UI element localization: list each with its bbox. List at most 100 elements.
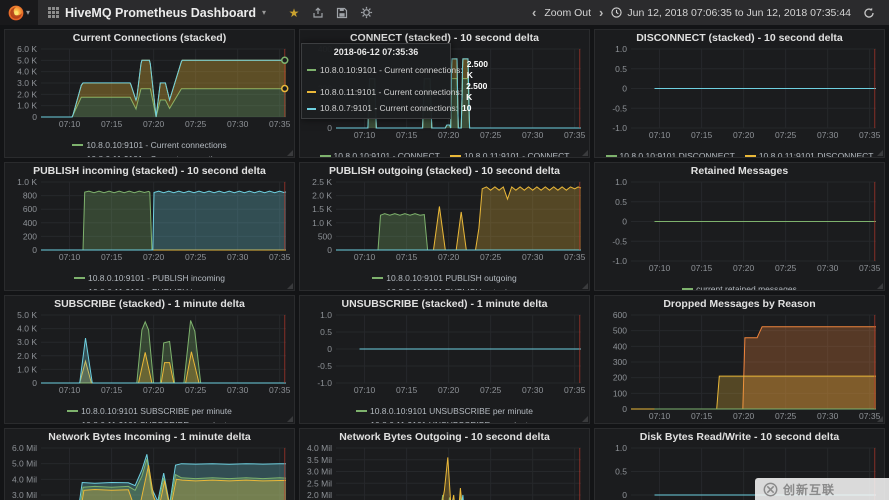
legend-label: 10.8.0.11:9101 SUBSCRIBE per minute: [81, 420, 231, 424]
tooltip-label: 10.8.0.7:9101 - Current connections:: [320, 103, 458, 114]
series-area: [336, 457, 581, 500]
legend-item[interactable]: 10.8.0.11:9101 - PUBLISH incoming: [74, 287, 224, 291]
tooltip-label: 10.8.0.11:9101 - Current connections:: [320, 87, 462, 98]
x-tick-label: 07:35: [859, 263, 881, 273]
time-back-button[interactable]: ‹: [532, 5, 536, 20]
legend-item[interactable]: 10.8.0.10:9101 - Current connections: [72, 140, 226, 151]
x-tick-label: 07:20: [733, 263, 755, 273]
legend-item[interactable]: 10.8.0.10:9101 PUBLISH outgoing: [372, 273, 516, 284]
panel-title[interactable]: Dropped Messages by Reason: [595, 296, 884, 311]
legend-item[interactable]: 10.8.0.10:9101 - PUBLISH incoming: [74, 273, 225, 284]
series-area: [336, 493, 581, 500]
panel-resize-handle[interactable]: [877, 283, 883, 289]
legend-item[interactable]: current retained messages: [682, 284, 797, 292]
panel-resize-handle[interactable]: [287, 283, 293, 289]
time-forward-button[interactable]: ›: [599, 5, 603, 20]
panel-title[interactable]: Disk Bytes Read/Write - 10 second delta: [595, 429, 884, 444]
y-tick-label: -0.5: [317, 361, 332, 371]
panel-title[interactable]: SUBSCRIBE (stacked) - 1 minute delta: [5, 296, 294, 311]
panel-publish-incoming-stacked-10-second-delta: PUBLISH incoming (stacked) - 10 second d…: [4, 162, 295, 291]
legend-item[interactable]: 10.8.0.10:9101 SUBSCRIBE per minute: [67, 406, 232, 417]
panel-disconnect-stacked-10-second-delta: DISCONNECT (stacked) - 10 second delta-1…: [594, 29, 885, 158]
share-button[interactable]: [308, 3, 328, 23]
panel-title[interactable]: PUBLISH outgoing (stacked) - 10 second d…: [300, 163, 589, 178]
y-tick-label: 2.5 K: [312, 178, 332, 187]
y-tick-label: 0: [327, 245, 332, 255]
panel-resize-handle[interactable]: [582, 416, 588, 422]
y-tick-label: 200: [23, 231, 37, 241]
chart[interactable]: 01.0 K2.0 K3.0 K4.0 K5.0 K6.0 K07:1007:1…: [5, 45, 294, 131]
tooltip-value: 2.500 K: [467, 59, 488, 81]
legend-label: 10.8.0.10:9101 PUBLISH outgoing: [386, 273, 516, 284]
panel-title-text: Disk Bytes Read/Write - 10 second delta: [640, 431, 839, 443]
navbar: ▾ HiveMQ Prometheus Dashboard ▾ ★: [0, 0, 889, 25]
dashboard-picker[interactable]: HiveMQ Prometheus Dashboard ▾: [38, 0, 276, 25]
tooltip-value: 10: [462, 103, 471, 114]
grafana-logo-button[interactable]: ▾: [0, 0, 38, 25]
panel-resize-handle[interactable]: [877, 150, 883, 156]
legend-label: 10.8.0.10:9101 - CONNECT: [334, 151, 440, 159]
x-tick-label: 07:20: [438, 252, 460, 262]
legend-item[interactable]: 10.8.0.10:9101 - CONNECT: [320, 151, 440, 159]
legend-swatch: [745, 155, 756, 157]
panel-title[interactable]: PUBLISH incoming (stacked) - 10 second d…: [5, 163, 294, 178]
chart-tooltip: 2018-06-12 07:35:3610.8.0.10:9101 - Curr…: [301, 43, 451, 119]
chart[interactable]: 05001.0 K1.5 K2.0 K2.5 K07:1007:1507:200…: [300, 178, 589, 264]
panel-resize-handle[interactable]: [287, 416, 293, 422]
panel-dropped-messages-by-reason: Dropped Messages by Reason01002003004005…: [594, 295, 885, 424]
legend-label: 10.8.0.10:9101 UNSUBSCRIBE per minute: [370, 406, 533, 417]
panel-resize-handle[interactable]: [287, 150, 293, 156]
x-tick-label: 07:15: [101, 252, 123, 262]
legend-item[interactable]: 10.8.0.11:9101 PUBLISH outgoing: [373, 287, 517, 291]
y-tick-label: 1.5 K: [312, 204, 332, 214]
chart[interactable]: 02004006008001.0 K07:1007:1507:2007:2507…: [5, 178, 294, 264]
y-tick-label: -1.0: [317, 378, 332, 388]
panel-resize-handle[interactable]: [582, 283, 588, 289]
tooltip-time: 2018-06-12 07:35:36: [307, 47, 445, 57]
chart[interactable]: -1.0-0.500.51.007:1007:1507:2007:2507:30…: [595, 45, 884, 142]
y-tick-label: 1.0: [615, 444, 627, 453]
settings-button[interactable]: [356, 3, 376, 23]
legend-item[interactable]: 10.8.0.11:9101 - Current connections: [73, 154, 227, 158]
legend-item[interactable]: 10.8.0.10:9101 UNSUBSCRIBE per minute: [356, 406, 533, 417]
panel-network-bytes-incoming-1-minute-delta: Network Bytes Incoming - 1 minute delta2…: [4, 428, 295, 500]
legend-item[interactable]: 10.8.0.11:9101 - CONNECT: [450, 151, 570, 159]
save-button[interactable]: [332, 3, 352, 23]
panel-title[interactable]: DISCONNECT (stacked) - 10 second delta: [595, 30, 884, 45]
star-button[interactable]: ★: [284, 3, 304, 23]
x-tick-label: 07:35: [269, 385, 291, 395]
x-tick-label: 07:25: [775, 263, 797, 273]
y-tick-label: 800: [23, 191, 37, 201]
y-tick-label: 4.0 Mil: [307, 444, 332, 453]
x-tick-label: 07:10: [649, 263, 671, 273]
y-tick-label: 3.0 Mil: [12, 490, 37, 500]
refresh-icon: [863, 7, 875, 19]
legend-item[interactable]: 10.8.0.11:9101 UNSUBSCRIBE per minute: [356, 420, 532, 424]
x-tick-label: 07:35: [564, 130, 586, 140]
panel-title-text: PUBLISH incoming (stacked) - 10 second d…: [33, 165, 266, 177]
x-tick-label: 07:20: [143, 385, 165, 395]
chart[interactable]: -1.0-0.500.51.007:1007:1507:2007:2507:30…: [595, 178, 884, 275]
panel-title[interactable]: Network Bytes Incoming - 1 minute delta: [5, 429, 294, 444]
chart[interactable]: 01.0 K2.0 K3.0 K4.0 K5.0 K07:1007:1507:2…: [5, 311, 294, 397]
panel-title[interactable]: Current Connections (stacked): [5, 30, 294, 45]
panel-title[interactable]: UNSUBSCRIBE (stacked) - 1 minute delta: [300, 296, 589, 311]
tooltip-row: 10.8.0.11:9101 - Current connections:2.5…: [307, 81, 445, 103]
y-tick-label: 4.0 Mil: [12, 474, 37, 484]
panel-title[interactable]: Network Bytes Outgoing - 10 second delta: [300, 429, 589, 444]
panel-resize-handle[interactable]: [877, 416, 883, 422]
refresh-button[interactable]: [859, 3, 879, 23]
y-tick-label: 0.5: [615, 467, 627, 477]
legend-item[interactable]: 10.8.0.10:9101 DISCONNECT: [606, 151, 735, 159]
chart[interactable]: 010020030040050060007:1007:1507:2007:250…: [595, 311, 884, 423]
chart[interactable]: 2.0 Mil3.0 Mil4.0 Mil5.0 Mil6.0 Mil07:10…: [5, 444, 294, 500]
panel-resize-handle[interactable]: [582, 150, 588, 156]
chart[interactable]: -1.0-0.500.51.007:1007:1507:2007:2507:30…: [300, 311, 589, 397]
time-range-picker[interactable]: Jun 12, 2018 07:06:35 to Jun 12, 2018 07…: [611, 7, 851, 19]
panel-title[interactable]: Retained Messages: [595, 163, 884, 178]
legend-item[interactable]: 10.8.0.11:9101 SUBSCRIBE per minute: [67, 420, 231, 424]
legend-item[interactable]: 10.8.0.11:9101 DISCONNECT: [745, 151, 874, 159]
zoom-out-button[interactable]: Zoom Out: [544, 7, 591, 19]
legend-label: 10.8.0.11:9101 - Current connections: [87, 154, 227, 158]
chart[interactable]: 1.5 Mil2.0 Mil2.5 Mil3.0 Mil3.5 Mil4.0 M…: [300, 444, 589, 500]
